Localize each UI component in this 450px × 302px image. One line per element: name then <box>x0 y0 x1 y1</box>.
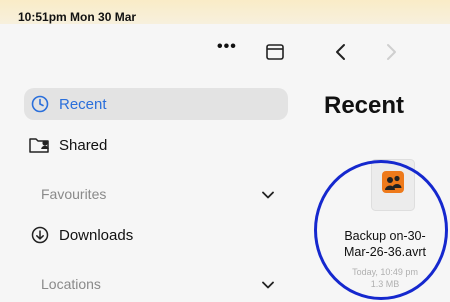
more-options-icon[interactable]: ••• <box>217 38 237 56</box>
file-name-line-1: Backup on-30- <box>344 229 426 243</box>
clock-icon <box>29 93 51 115</box>
sidebar-item-recent-content[interactable]: Recent <box>29 89 107 119</box>
section-favourites[interactable]: Favourites <box>41 186 106 202</box>
file-metadata: Today, 10:49 pm 1.3 MB <box>310 266 450 290</box>
file-name-line-2: Mar-26-36.avrt <box>344 245 426 259</box>
back-chevron-icon[interactable] <box>334 43 348 61</box>
status-bar: 10:51pm Mon 30 Mar <box>0 0 450 24</box>
sidebar-item-label: Downloads <box>59 226 134 244</box>
sidebar-item-downloads[interactable]: Downloads <box>29 220 133 250</box>
section-locations[interactable]: Locations <box>41 276 101 292</box>
sidebar-item-label: Shared <box>59 136 108 154</box>
sidebar-item-shared[interactable]: Shared <box>29 130 107 160</box>
download-icon <box>29 224 51 246</box>
file-size: 1.3 MB <box>370 279 400 289</box>
file-date: Today, 10:49 pm <box>352 267 418 277</box>
forward-chevron-icon[interactable] <box>384 43 398 61</box>
chevron-down-icon[interactable] <box>262 191 274 199</box>
file-thumbnail-icon[interactable] <box>371 159 415 211</box>
status-time: 10:51pm Mon 30 Mar <box>18 10 137 24</box>
shared-folder-icon <box>29 134 51 156</box>
sidebar-item-label: Recent <box>59 95 107 113</box>
page-title: Recent <box>324 92 405 119</box>
chevron-down-icon[interactable] <box>262 281 274 289</box>
sidebar-toggle-icon[interactable] <box>266 44 284 60</box>
file-name[interactable]: Backup on-30- Mar-26-36.avrt <box>310 228 450 260</box>
